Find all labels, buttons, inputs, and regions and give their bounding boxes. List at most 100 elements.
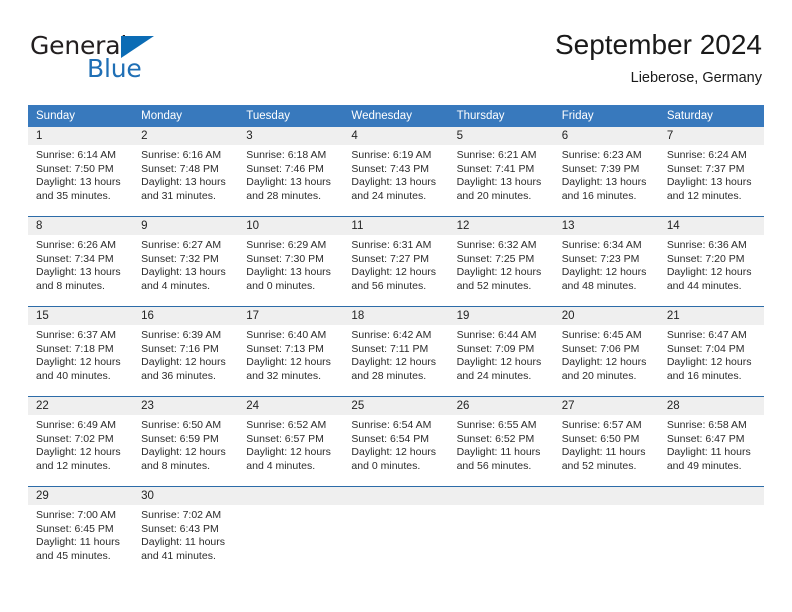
sunrise-text: Sunrise: 6:32 AM xyxy=(456,239,537,251)
daylight-text-line2: and 0 minutes. xyxy=(351,459,421,472)
daylight-text-line2: and 52 minutes. xyxy=(456,279,532,292)
calendar-day-cell[interactable]: 4 Sunrise: 6:19 AM Sunset: 7:43 PM Daylight… xyxy=(343,127,449,217)
sunset-text: Sunset: 6:52 PM xyxy=(456,432,535,445)
daylight-text-line1: Daylight: 13 hours xyxy=(666,176,752,189)
calendar-day-cell[interactable]: 24 Sunrise: 6:52 AM Sunset: 6:57 PM Dayligh… xyxy=(238,396,344,487)
sunset-text: Sunset: 7:13 PM xyxy=(246,342,324,355)
calendar-day-cell[interactable]: 21 Sunrise: 6:47 AM Sunset: 7:04 PM Dayligh… xyxy=(658,306,764,397)
sunset-text: Sunset: 7:06 PM xyxy=(561,342,640,355)
calendar-day-cell[interactable]: 22 Sunrise: 6:49 AM Sunset: 7:02 PM Dayligh… xyxy=(28,396,134,487)
sunrise-text: Sunrise: 7:02 AM xyxy=(141,509,222,521)
day-number: 7 xyxy=(658,127,764,145)
calendar-day-cell[interactable]: 23 Sunrise: 6:50 AM Sunset: 6:59 PM Dayligh… xyxy=(133,396,239,487)
sunrise-text: Sunrise: 6:19 AM xyxy=(351,149,432,161)
calendar-week-row: 22 Sunrise: 6:49 AM Sunset: 7:02 PM Dayligh… xyxy=(28,396,764,487)
calendar-day-cell[interactable]: 5 Sunrise: 6:21 AM Sunset: 7:41 PM Daylight… xyxy=(448,127,554,217)
calendar-grid: Sunday Monday Tuesday Wednesday Thursday… xyxy=(28,105,764,576)
daylight-text-line2: and 24 minutes. xyxy=(456,369,532,382)
sunset-text: Sunset: 7:09 PM xyxy=(456,342,535,355)
weekday-header-friday: Friday xyxy=(553,105,659,127)
sunset-text: Sunset: 7:11 PM xyxy=(351,342,429,355)
weekday-header-monday: Monday xyxy=(133,105,239,127)
daylight-text-line2: and 20 minutes. xyxy=(456,189,532,202)
calendar-day-cell[interactable]: 20 Sunrise: 6:45 AM Sunset: 7:06 PM Dayligh… xyxy=(553,306,659,397)
calendar-day-cell[interactable]: 28 Sunrise: 6:58 AM Sunset: 6:47 PM Dayligh… xyxy=(658,396,764,487)
sunset-text: Sunset: 7:46 PM xyxy=(246,162,324,175)
sunset-text: Sunset: 7:27 PM xyxy=(351,252,430,265)
general-blue-logo[interactable]: General Blue xyxy=(28,28,198,90)
calendar-day-cell[interactable]: 3 Sunrise: 6:18 AM Sunset: 7:46 PM Daylight… xyxy=(238,127,344,217)
daylight-text-line2: and 8 minutes. xyxy=(141,459,211,472)
sunrise-text: Sunrise: 6:39 AM xyxy=(141,329,222,341)
calendar-day-cell[interactable]: 29 Sunrise: 7:00 AM Sunset: 6:45 PM Dayligh… xyxy=(28,486,134,576)
calendar-day-cell[interactable]: 16 Sunrise: 6:39 AM Sunset: 7:16 PM Dayligh… xyxy=(133,306,239,397)
calendar-day-cell[interactable]: 26 Sunrise: 6:55 AM Sunset: 6:52 PM Dayligh… xyxy=(448,396,554,487)
daylight-text-line1: Daylight: 12 hours xyxy=(36,446,121,459)
sunset-text: Sunset: 7:23 PM xyxy=(561,252,640,265)
sunset-text: Sunset: 6:47 PM xyxy=(666,432,745,445)
calendar-day-cell[interactable]: 18 Sunrise: 6:42 AM Sunset: 7:11 PM Dayligh… xyxy=(343,306,449,397)
calendar-day-cell[interactable]: 27 Sunrise: 6:57 AM Sunset: 6:50 PM Dayligh… xyxy=(553,396,659,487)
sunset-text: Sunset: 7:20 PM xyxy=(666,252,745,265)
sunset-text: Sunset: 7:25 PM xyxy=(456,252,535,265)
daylight-text-line2: and 41 minutes. xyxy=(141,549,216,562)
daylight-text-line2: and 0 minutes. xyxy=(246,279,316,292)
calendar-day-cell[interactable]: 7 Sunrise: 6:24 AM Sunset: 7:37 PM Daylight… xyxy=(658,127,764,217)
calendar-day-cell[interactable]: 6 Sunrise: 6:23 AM Sunset: 7:39 PM Daylight… xyxy=(553,127,659,217)
daylight-text-line1: Daylight: 13 hours xyxy=(141,266,226,279)
calendar-day-cell[interactable]: 17 Sunrise: 6:40 AM Sunset: 7:13 PM Dayligh… xyxy=(238,306,344,397)
calendar-day-cell[interactable]: 10 Sunrise: 6:29 AM Sunset: 7:30 PM Dayligh… xyxy=(238,216,344,307)
day-number xyxy=(658,487,764,505)
calendar-day-cell[interactable]: 1 Sunrise: 6:14 AM Sunset: 7:50 PM Daylight… xyxy=(28,127,134,217)
daylight-text-line1: Daylight: 13 hours xyxy=(36,266,121,279)
daylight-text-line2: and 36 minutes. xyxy=(141,369,216,382)
calendar-day-cell[interactable]: 8 Sunrise: 6:26 AM Sunset: 7:34 PM Daylight… xyxy=(28,216,134,307)
weekday-header-wednesday: Wednesday xyxy=(343,105,449,127)
calendar-day-cell[interactable]: 2 Sunrise: 6:16 AM Sunset: 7:48 PM Daylight… xyxy=(133,127,239,217)
calendar-day-cell[interactable]: 19 Sunrise: 6:44 AM Sunset: 7:09 PM Dayligh… xyxy=(448,306,554,397)
daylight-text-line1: Daylight: 13 hours xyxy=(246,266,331,279)
sunrise-text: Sunrise: 6:40 AM xyxy=(246,329,327,341)
calendar-day-cell-empty xyxy=(238,486,344,576)
sunset-text: Sunset: 7:02 PM xyxy=(36,432,114,445)
logo-text-blue: Blue xyxy=(87,54,142,83)
sunset-text: Sunset: 6:45 PM xyxy=(36,522,114,535)
sunrise-text: Sunrise: 7:00 AM xyxy=(36,509,116,521)
calendar-day-cell[interactable]: 30 Sunrise: 7:02 AM Sunset: 6:43 PM Dayligh… xyxy=(133,486,239,576)
calendar-day-cell[interactable]: 14 Sunrise: 6:36 AM Sunset: 7:20 PM Dayligh… xyxy=(658,216,764,307)
daylight-text-line2: and 32 minutes. xyxy=(246,369,321,382)
calendar-day-cell[interactable]: 13 Sunrise: 6:34 AM Sunset: 7:23 PM Dayligh… xyxy=(553,216,659,307)
weekday-header-thursday: Thursday xyxy=(448,105,554,127)
daylight-text-line1: Daylight: 13 hours xyxy=(141,176,226,189)
calendar-day-cell[interactable]: 11 Sunrise: 6:31 AM Sunset: 7:27 PM Dayligh… xyxy=(343,216,449,307)
calendar-day-cell-empty xyxy=(448,486,554,576)
daylight-text-line1: Daylight: 12 hours xyxy=(666,266,752,279)
day-number: 23 xyxy=(133,397,239,415)
daylight-text-line2: and 31 minutes. xyxy=(141,189,216,202)
sunrise-text: Sunrise: 6:47 AM xyxy=(666,329,747,341)
daylight-text-line1: Daylight: 11 hours xyxy=(561,446,646,459)
sunset-text: Sunset: 7:34 PM xyxy=(36,252,114,265)
day-number: 3 xyxy=(238,127,344,145)
sunset-text: Sunset: 7:37 PM xyxy=(666,162,745,175)
daylight-text-line1: Daylight: 12 hours xyxy=(351,266,437,279)
calendar-week-row: 8 Sunrise: 6:26 AM Sunset: 7:34 PM Daylight… xyxy=(28,216,764,307)
sunset-text: Sunset: 6:50 PM xyxy=(561,432,640,445)
sunrise-text: Sunrise: 6:50 AM xyxy=(141,419,222,431)
calendar-day-cell-empty xyxy=(658,486,764,576)
sunset-text: Sunset: 7:50 PM xyxy=(36,162,114,175)
day-number: 29 xyxy=(28,487,134,505)
day-number: 22 xyxy=(28,397,134,415)
calendar-day-cell[interactable]: 12 Sunrise: 6:32 AM Sunset: 7:25 PM Dayligh… xyxy=(448,216,554,307)
daylight-text-line1: Daylight: 12 hours xyxy=(561,356,647,369)
calendar-day-cell[interactable]: 15 Sunrise: 6:37 AM Sunset: 7:18 PM Dayligh… xyxy=(28,306,134,397)
sunrise-text: Sunrise: 6:42 AM xyxy=(351,329,432,341)
day-number: 4 xyxy=(343,127,449,145)
daylight-text-line2: and 24 minutes. xyxy=(351,189,427,202)
calendar-day-cell[interactable]: 25 Sunrise: 6:54 AM Sunset: 6:54 PM Dayligh… xyxy=(343,396,449,487)
daylight-text-line2: and 28 minutes. xyxy=(351,369,427,382)
sunset-text: Sunset: 7:48 PM xyxy=(141,162,219,175)
daylight-text-line1: Daylight: 13 hours xyxy=(36,176,121,189)
calendar-day-cell[interactable]: 9 Sunrise: 6:27 AM Sunset: 7:32 PM Daylight… xyxy=(133,216,239,307)
sunset-text: Sunset: 7:32 PM xyxy=(141,252,219,265)
